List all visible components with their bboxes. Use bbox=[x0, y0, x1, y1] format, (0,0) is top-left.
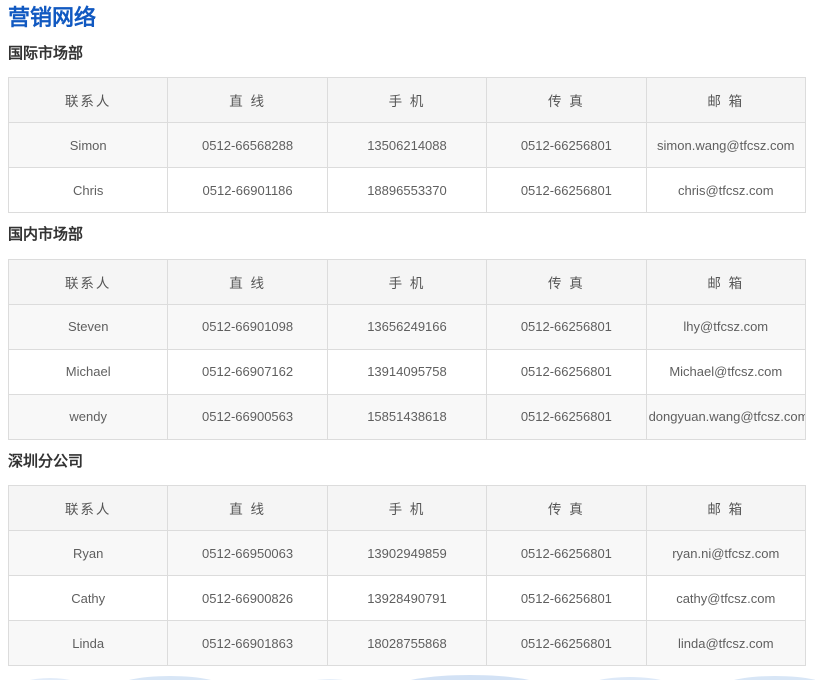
cell-direct-line: 0512-66900826 bbox=[168, 576, 327, 621]
table-row: Michael 0512-66907162 13914095758 0512-6… bbox=[9, 349, 806, 394]
table-row: Steven 0512-66901098 13656249166 0512-66… bbox=[9, 304, 806, 349]
cell-mobile: 13902949859 bbox=[327, 531, 486, 576]
cell-mobile: 18028755868 bbox=[327, 621, 486, 666]
column-header-fax: 传 真 bbox=[487, 78, 646, 123]
cell-direct-line: 0512-66907162 bbox=[168, 349, 327, 394]
cell-email: Michael@tfcsz.com bbox=[646, 349, 805, 394]
cloud-shape bbox=[395, 675, 545, 680]
cell-email: lhy@tfcsz.com bbox=[646, 304, 805, 349]
cell-email: simon.wang@tfcsz.com bbox=[646, 123, 805, 168]
column-header-contact: 联系人 bbox=[9, 78, 168, 123]
cell-contact: wendy bbox=[9, 394, 168, 439]
table-header-row: 联系人 直 线 手 机 传 真 邮 箱 bbox=[9, 78, 806, 123]
column-header-email: 邮 箱 bbox=[646, 486, 805, 531]
cell-direct-line: 0512-66901098 bbox=[168, 304, 327, 349]
background-cloud-pattern bbox=[0, 674, 815, 680]
cell-direct-line: 0512-66900563 bbox=[168, 394, 327, 439]
cell-direct-line: 0512-66950063 bbox=[168, 531, 327, 576]
cell-email: chris@tfcsz.com bbox=[646, 168, 805, 213]
column-header-direct-line: 直 线 bbox=[168, 259, 327, 304]
column-header-email: 邮 箱 bbox=[646, 78, 805, 123]
cell-mobile: 13506214088 bbox=[327, 123, 486, 168]
cell-fax: 0512-66256801 bbox=[487, 394, 646, 439]
column-header-fax: 传 真 bbox=[487, 259, 646, 304]
column-header-direct-line: 直 线 bbox=[168, 486, 327, 531]
cell-contact: Cathy bbox=[9, 576, 168, 621]
table-row: Chris 0512-66901186 18896553370 0512-662… bbox=[9, 168, 806, 213]
section-title-shenzhen: 深圳分公司 bbox=[8, 454, 806, 471]
cloud-shape bbox=[115, 676, 225, 680]
cell-mobile: 13914095758 bbox=[327, 349, 486, 394]
cell-email: dongyuan.wang@tfcsz.com bbox=[646, 394, 805, 439]
cell-direct-line: 0512-66901863 bbox=[168, 621, 327, 666]
cell-fax: 0512-66256801 bbox=[487, 576, 646, 621]
column-header-mobile: 手 机 bbox=[327, 486, 486, 531]
column-header-contact: 联系人 bbox=[9, 259, 168, 304]
column-header-fax: 传 真 bbox=[487, 486, 646, 531]
section-title-international: 国际市场部 bbox=[8, 46, 806, 63]
table-row: Ryan 0512-66950063 13902949859 0512-6625… bbox=[9, 531, 806, 576]
cell-direct-line: 0512-66568288 bbox=[168, 123, 327, 168]
cell-contact: Steven bbox=[9, 304, 168, 349]
cell-fax: 0512-66256801 bbox=[487, 621, 646, 666]
cell-contact: Linda bbox=[9, 621, 168, 666]
page-title: 营销网络 bbox=[8, 4, 806, 32]
column-header-contact: 联系人 bbox=[9, 486, 168, 531]
cloud-shape bbox=[720, 676, 815, 680]
cell-contact: Ryan bbox=[9, 531, 168, 576]
cell-fax: 0512-66256801 bbox=[487, 168, 646, 213]
cell-fax: 0512-66256801 bbox=[487, 531, 646, 576]
cell-email: ryan.ni@tfcsz.com bbox=[646, 531, 805, 576]
table-row: wendy 0512-66900563 15851438618 0512-662… bbox=[9, 394, 806, 439]
cell-mobile: 13928490791 bbox=[327, 576, 486, 621]
cell-email: linda@tfcsz.com bbox=[646, 621, 805, 666]
cell-direct-line: 0512-66901186 bbox=[168, 168, 327, 213]
column-header-email: 邮 箱 bbox=[646, 259, 805, 304]
column-header-direct-line: 直 线 bbox=[168, 78, 327, 123]
section-shenzhen-branch: 深圳分公司 联系人 直 线 手 机 传 真 邮 箱 Ryan 0512-6695… bbox=[8, 454, 806, 667]
cell-mobile: 13656249166 bbox=[327, 304, 486, 349]
contact-table-domestic: 联系人 直 线 手 机 传 真 邮 箱 Steven 0512-66901098… bbox=[8, 259, 806, 440]
table-row: Cathy 0512-66900826 13928490791 0512-662… bbox=[9, 576, 806, 621]
cell-fax: 0512-66256801 bbox=[487, 349, 646, 394]
cell-contact: Chris bbox=[9, 168, 168, 213]
column-header-mobile: 手 机 bbox=[327, 78, 486, 123]
column-header-mobile: 手 机 bbox=[327, 259, 486, 304]
section-title-domestic: 国内市场部 bbox=[8, 227, 806, 244]
cell-email: cathy@tfcsz.com bbox=[646, 576, 805, 621]
page-content: 营销网络 国际市场部 联系人 直 线 手 机 传 真 邮 箱 Simon 051… bbox=[0, 4, 815, 666]
cell-fax: 0512-66256801 bbox=[487, 123, 646, 168]
section-international-market: 国际市场部 联系人 直 线 手 机 传 真 邮 箱 Simon 0512-665… bbox=[8, 46, 806, 214]
cell-contact: Michael bbox=[9, 349, 168, 394]
cell-contact: Simon bbox=[9, 123, 168, 168]
table-header-row: 联系人 直 线 手 机 传 真 邮 箱 bbox=[9, 259, 806, 304]
table-header-row: 联系人 直 线 手 机 传 真 邮 箱 bbox=[9, 486, 806, 531]
contact-table-international: 联系人 直 线 手 机 传 真 邮 箱 Simon 0512-66568288 … bbox=[8, 77, 806, 213]
section-domestic-market: 国内市场部 联系人 直 线 手 机 传 真 邮 箱 Steven 0512-66… bbox=[8, 227, 806, 440]
cell-mobile: 18896553370 bbox=[327, 168, 486, 213]
contact-table-shenzhen: 联系人 直 线 手 机 传 真 邮 箱 Ryan 0512-66950063 1… bbox=[8, 485, 806, 666]
cell-mobile: 15851438618 bbox=[327, 394, 486, 439]
cell-fax: 0512-66256801 bbox=[487, 304, 646, 349]
table-row: Linda 0512-66901863 18028755868 0512-662… bbox=[9, 621, 806, 666]
table-row: Simon 0512-66568288 13506214088 0512-662… bbox=[9, 123, 806, 168]
